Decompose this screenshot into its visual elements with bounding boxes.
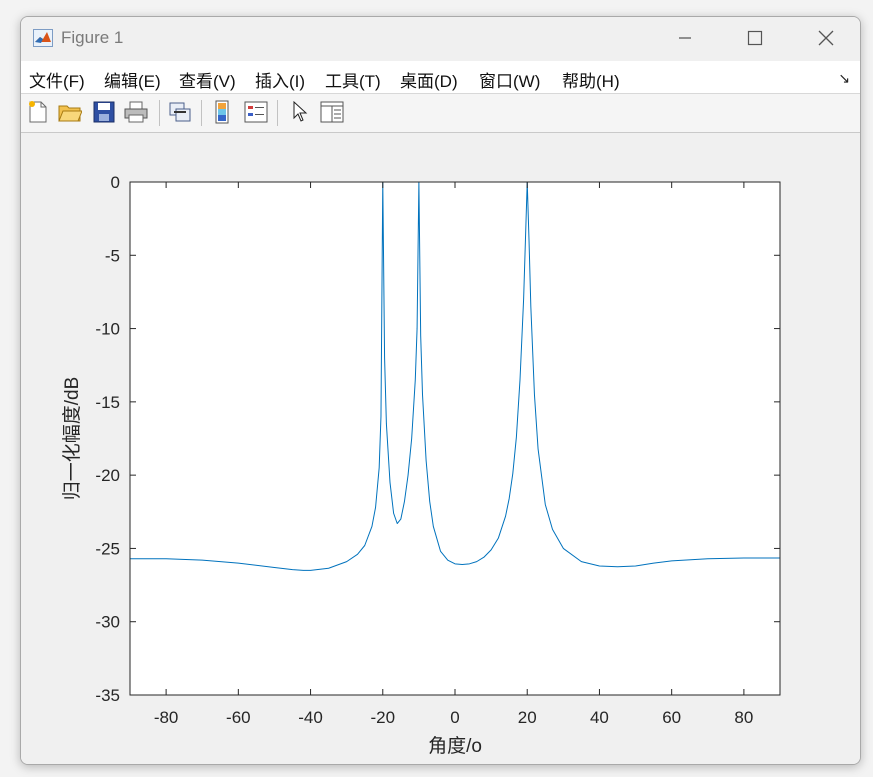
x-tick-label: 0 [450,708,459,727]
plot-area [130,182,780,695]
y-axis-label: 归一化幅度/dB [61,377,83,501]
menu-edit[interactable]: 编辑(E) [104,67,161,92]
menu-bar: 文件(F) 编辑(E) 查看(V) 插入(I) 工具(T) 桌面(D) 窗口(W… [21,61,860,94]
x-tick-label: -80 [154,708,179,727]
y-tick-label: -35 [95,686,120,705]
menu-file[interactable]: 文件(F) [29,67,85,92]
print-icon[interactable] [123,99,149,125]
link-plot-icon[interactable] [167,99,193,125]
title-bar[interactable]: Figure 1 [21,17,860,59]
y-tick-label: -10 [95,320,120,339]
y-tick-label: -20 [95,466,120,485]
y-tick-label: -25 [95,539,120,558]
figure-canvas: -80 -60 -40 -20 0 20 40 60 80 0 -5 -10 -15 -20 -25 -30 -… [21,133,860,764]
x-tick-label: 80 [734,708,753,727]
colorbar-icon[interactable] [209,99,235,125]
menu-insert[interactable]: 插入(I) [255,67,305,92]
save-icon[interactable] [91,99,117,125]
new-figure-icon[interactable] [25,99,51,125]
pointer-icon[interactable] [287,99,313,125]
property-inspector-icon[interactable] [319,99,345,125]
menu-view[interactable]: 查看(V) [179,67,236,92]
open-file-icon[interactable] [57,99,83,125]
y-tick-label: -15 [95,393,120,412]
x-tick-label: -20 [370,708,395,727]
y-tick-label: -30 [95,613,120,632]
x-tick-label: 20 [518,708,537,727]
x-tick-label: 60 [662,708,681,727]
menu-help[interactable]: 帮助(H) [562,67,620,92]
y-tick-label: -5 [105,246,120,265]
matlab-logo-icon [33,29,53,47]
minimize-button[interactable] [662,23,708,53]
x-tick-label: 40 [590,708,609,727]
line-chart: -80 -60 -40 -20 0 20 40 60 80 0 -5 -10 -15 -20 -25 -30 -… [61,173,781,757]
x-tick-label: -40 [298,708,323,727]
close-icon [818,30,834,46]
legend-icon[interactable] [243,99,269,125]
x-axis-label: 角度/o [428,735,482,757]
y-tick-label: 0 [111,173,120,192]
menu-window[interactable]: 窗口(W) [479,67,540,92]
maximize-icon [747,30,763,46]
minimize-icon [679,37,691,39]
figure-window: Figure 1 文件(F) 编辑(E) 查看(V) 插入(I) 工具(T) 桌… [20,16,861,765]
figure-toolbar [21,94,860,133]
maximize-button[interactable] [732,23,778,53]
menu-tools[interactable]: 工具(T) [325,67,381,92]
menu-desktop[interactable]: 桌面(D) [400,67,458,92]
dock-arrow-icon[interactable]: ↘ [838,70,850,87]
window-title: Figure 1 [61,28,124,47]
x-tick-label: -60 [226,708,251,727]
close-button[interactable] [803,23,849,53]
